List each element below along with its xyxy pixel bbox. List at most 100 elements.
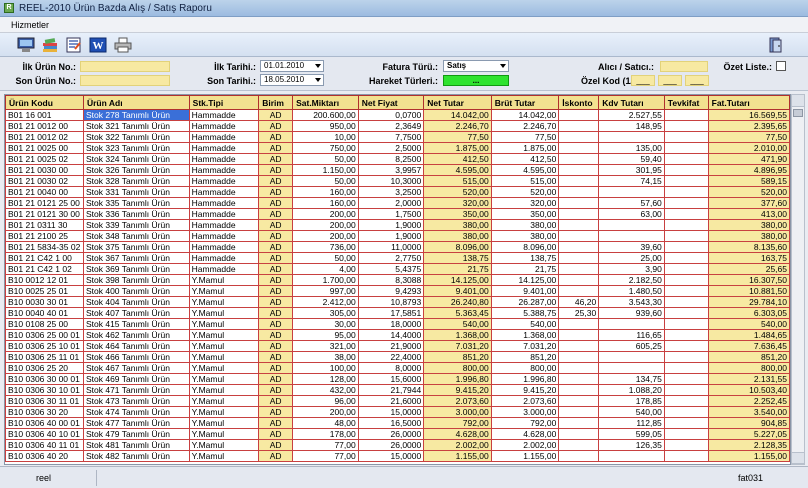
table-cell[interactable] (598, 186, 665, 198)
table-cell[interactable]: 11,0000 (357, 241, 425, 253)
table-cell[interactable]: 7.031,20 (490, 340, 560, 352)
table-cell[interactable]: Y.Mamul (188, 329, 260, 341)
table-cell[interactable] (663, 439, 709, 451)
table-cell[interactable]: 471,90 (707, 153, 790, 165)
table-cell[interactable] (663, 208, 709, 220)
table-cell[interactable] (663, 428, 709, 440)
table-cell[interactable]: 14.042,00 (423, 109, 492, 121)
table-cell[interactable]: 21,9000 (357, 340, 425, 352)
table-cell[interactable]: 10,3000 (357, 175, 425, 187)
table-cell[interactable]: Y.Mamul (188, 307, 260, 319)
table-cell[interactable]: 200,00 (292, 219, 359, 231)
table-cell[interactable]: Hammadde (188, 208, 260, 220)
table-cell[interactable]: 200,00 (292, 406, 359, 418)
table-cell[interactable]: 30,00 (292, 318, 359, 330)
table-cell[interactable] (558, 131, 600, 143)
table-cell[interactable]: 5.363,45 (423, 307, 492, 319)
alici-input[interactable] (660, 61, 708, 72)
table-cell[interactable]: 16.569,55 (707, 109, 790, 121)
table-cell[interactable] (663, 164, 709, 176)
table-cell[interactable]: 380,00 (490, 230, 560, 242)
table-cell[interactable]: Hammadde (188, 263, 260, 275)
table-cell[interactable] (558, 274, 600, 286)
table-cell[interactable]: 2.246,70 (423, 120, 492, 132)
table-cell[interactable]: Y.Mamul (188, 274, 260, 286)
table-cell[interactable] (663, 230, 709, 242)
table-cell[interactable]: AD (258, 340, 294, 352)
table-row[interactable]: B01 21 0030 00 Stok 326 Tanımlı Ürün Hamma… (5, 164, 790, 176)
table-cell[interactable]: 4.628,00 (423, 428, 492, 440)
table-cell[interactable]: 750,00 (292, 142, 359, 154)
table-cell[interactable] (558, 384, 600, 396)
table-cell[interactable] (558, 318, 600, 330)
table-cell[interactable]: 15,0000 (357, 450, 425, 462)
table-cell[interactable]: 1.875,00 (423, 142, 492, 154)
table-cell[interactable]: B01 21 0040 00 (5, 186, 84, 198)
table-cell[interactable]: 15,0000 (357, 406, 425, 418)
table-cell[interactable]: 4.595,00 (423, 164, 492, 176)
table-cell[interactable]: 412,50 (490, 153, 560, 165)
table-cell[interactable]: AD (258, 417, 294, 429)
table-cell[interactable]: 950,00 (292, 120, 359, 132)
table-cell[interactable]: 3,90 (598, 263, 665, 275)
table-cell[interactable]: B10 0306 30 00 01 (5, 373, 84, 385)
table-cell[interactable]: B10 0306 30 20 (5, 406, 84, 418)
table-row[interactable]: B01 21 0025 00 Stok 323 Tanımlı Ürün Hamma… (5, 142, 790, 154)
table-cell[interactable] (663, 329, 709, 341)
table-cell[interactable]: Stok 278 Tanımlı Ürün (82, 109, 190, 121)
table-cell[interactable] (663, 417, 709, 429)
table-cell[interactable]: AD (258, 142, 294, 154)
printer-icon[interactable] (113, 36, 133, 54)
table-row[interactable]: B10 0306 30 11 01 Stok 473 Tanımlı Ürün Y.… (5, 395, 790, 407)
table-cell[interactable] (558, 395, 600, 407)
table-cell[interactable]: B10 0306 25 00 01 (5, 329, 84, 341)
table-cell[interactable]: B10 0306 25 11 01 (5, 351, 84, 363)
table-cell[interactable] (558, 164, 600, 176)
table-cell[interactable]: 10,8793 (357, 296, 425, 308)
table-cell[interactable]: AD (258, 164, 294, 176)
table-cell[interactable]: AD (258, 252, 294, 264)
table-cell[interactable]: 3,9957 (357, 164, 425, 176)
table-cell[interactable]: AD (258, 351, 294, 363)
table-cell[interactable]: 74,15 (598, 175, 665, 187)
table-row[interactable]: B01 21 0012 02 Stok 322 Tanımlı Ürün Hamma… (5, 131, 790, 143)
table-cell[interactable]: Hammadde (188, 241, 260, 253)
table-cell[interactable]: 7,7500 (357, 131, 425, 143)
table-cell[interactable] (663, 406, 709, 418)
table-cell[interactable]: 200.600,00 (292, 109, 359, 121)
table-cell[interactable]: B01 21 0121 25 00 (5, 197, 84, 209)
table-cell[interactable] (558, 439, 600, 451)
column-header[interactable]: İskonto (558, 95, 600, 110)
table-cell[interactable]: 57,60 (598, 197, 665, 209)
table-cell[interactable]: 2.395,65 (707, 120, 790, 132)
table-cell[interactable]: 939,60 (598, 307, 665, 319)
table-cell[interactable]: B01 21 C42 1 00 (5, 252, 84, 264)
table-cell[interactable]: AD (258, 373, 294, 385)
table-cell[interactable]: Stok 471 Tanımlı Ürün (82, 384, 190, 396)
table-row[interactable]: B01 21 0040 00 Stok 331 Tanımlı Ürün Hamma… (5, 186, 790, 198)
table-cell[interactable]: 997,00 (292, 285, 359, 297)
table-cell[interactable]: Y.Mamul (188, 296, 260, 308)
table-row[interactable]: B01 21 C42 1 02 Stok 369 Tanımlı Ürün Hamm… (5, 263, 790, 275)
table-cell[interactable]: 1.996,80 (490, 373, 560, 385)
table-cell[interactable] (663, 142, 709, 154)
table-row[interactable]: B01 21 0121 30 00 Stok 336 Tanımlı Ürün Ha… (5, 208, 790, 220)
table-cell[interactable]: 14.042,00 (490, 109, 560, 121)
table-cell[interactable] (558, 109, 600, 121)
table-cell[interactable]: 163,75 (707, 252, 790, 264)
scroll-thumb[interactable] (793, 109, 803, 117)
table-cell[interactable] (598, 450, 665, 462)
table-cell[interactable] (663, 120, 709, 132)
table-cell[interactable]: B10 0306 40 20 (5, 450, 84, 462)
table-cell[interactable]: Stok 339 Tanımlı Ürün (82, 219, 190, 231)
table-cell[interactable]: 21,6000 (357, 395, 425, 407)
table-cell[interactable]: 800,00 (707, 362, 790, 374)
table-cell[interactable]: Stok 321 Tanımlı Ürün (82, 120, 190, 132)
table-cell[interactable]: 2.073,60 (490, 395, 560, 407)
table-cell[interactable]: AD (258, 439, 294, 451)
table-cell[interactable]: 2.002,00 (490, 439, 560, 451)
table-cell[interactable]: 63,00 (598, 208, 665, 220)
table-cell[interactable]: 305,00 (292, 307, 359, 319)
table-cell[interactable]: Stok 323 Tanımlı Ürün (82, 142, 190, 154)
table-cell[interactable]: 540,00 (707, 318, 790, 330)
